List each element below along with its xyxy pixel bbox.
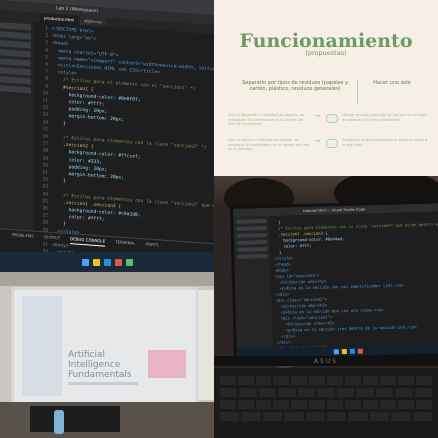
divider xyxy=(357,80,358,104)
explorer-sidebar[interactable] xyxy=(0,19,34,235)
ceiling xyxy=(0,272,214,286)
option-separar: Separarlo por tipos de residuos (papeles… xyxy=(242,80,348,93)
projected-card xyxy=(148,350,186,378)
monitor xyxy=(30,406,120,432)
browser-icon[interactable] xyxy=(357,348,363,354)
slide-subtitle: (propuestas) xyxy=(305,49,347,57)
note-right-1: Utilizar sección para que se calcule la … xyxy=(342,113,427,122)
water-bottle xyxy=(54,410,64,434)
code-area[interactable]: 1 <!DOCTYPE html> 2 <html lang="es"> 3 <head>… xyxy=(38,25,214,268)
window xyxy=(198,290,214,400)
panel-tab-output[interactable]: OUTPUT xyxy=(44,232,60,243)
projection-screen: Artificial Intelligence Fundamentals xyxy=(14,290,196,402)
option-uno-solo: Hacer uno solo xyxy=(373,80,411,86)
vscode-icon[interactable] xyxy=(349,348,355,354)
laptop-keyboard xyxy=(214,368,438,438)
note-left-2: Que al sumar x cantidad de objetos, se r… xyxy=(228,138,310,152)
desk xyxy=(0,402,214,438)
start-icon[interactable] xyxy=(81,258,89,266)
photo-projector: Artificial Intelligence Fundamentals xyxy=(0,272,214,438)
app-icon[interactable] xyxy=(125,258,133,266)
connector-pill xyxy=(326,114,338,123)
windows-taskbar xyxy=(0,252,214,272)
photo-laptop-code: tutorial-html — Visual Studio Code } /* … xyxy=(214,176,438,438)
start-icon[interactable] xyxy=(333,348,339,354)
slide-funcionamiento: Funcionamiento (propuestas) Separarlo po… xyxy=(214,0,438,176)
arrow-right-icon: → xyxy=(314,137,320,145)
browser-icon[interactable] xyxy=(114,258,122,266)
editor-screen: Lab 2 (Workspace) productos.html style.c… xyxy=(0,0,214,272)
laptop-brand-logo: ASUS xyxy=(313,358,339,365)
note-right-2: Problema: quiénes personas lo apaguen pa… xyxy=(342,138,428,147)
panel-tab-terminal[interactable]: TERMINAL xyxy=(115,237,135,248)
folder-icon[interactable] xyxy=(92,258,100,266)
laptop-explorer-sidebar[interactable] xyxy=(233,215,273,359)
folder-icon[interactable] xyxy=(341,348,347,354)
tab-productos-html[interactable]: productos.html xyxy=(40,13,79,25)
photo-vscode-editor: Lab 2 (Workspace) productos.html style.c… xyxy=(0,0,214,272)
vscode-icon[interactable] xyxy=(103,258,111,266)
arrow-right-icon: → xyxy=(314,112,320,120)
laptop-editor-title: tutorial-html — Visual Studio Code xyxy=(233,203,438,217)
connector-pill xyxy=(326,139,338,148)
panel-tab-problems[interactable]: PROBLEMS xyxy=(12,230,34,242)
projected-slide-title: Artificial Intelligence Fundamentals xyxy=(68,350,132,380)
note-left-1: Que al depositar x cantidad de objetos, … xyxy=(228,113,305,127)
panel-tab-ports[interactable]: PORTS xyxy=(146,239,159,250)
laptop-screen: tutorial-html — Visual Studio Code } /* … xyxy=(230,200,438,381)
tab-style-css[interactable]: style.css xyxy=(80,15,106,27)
